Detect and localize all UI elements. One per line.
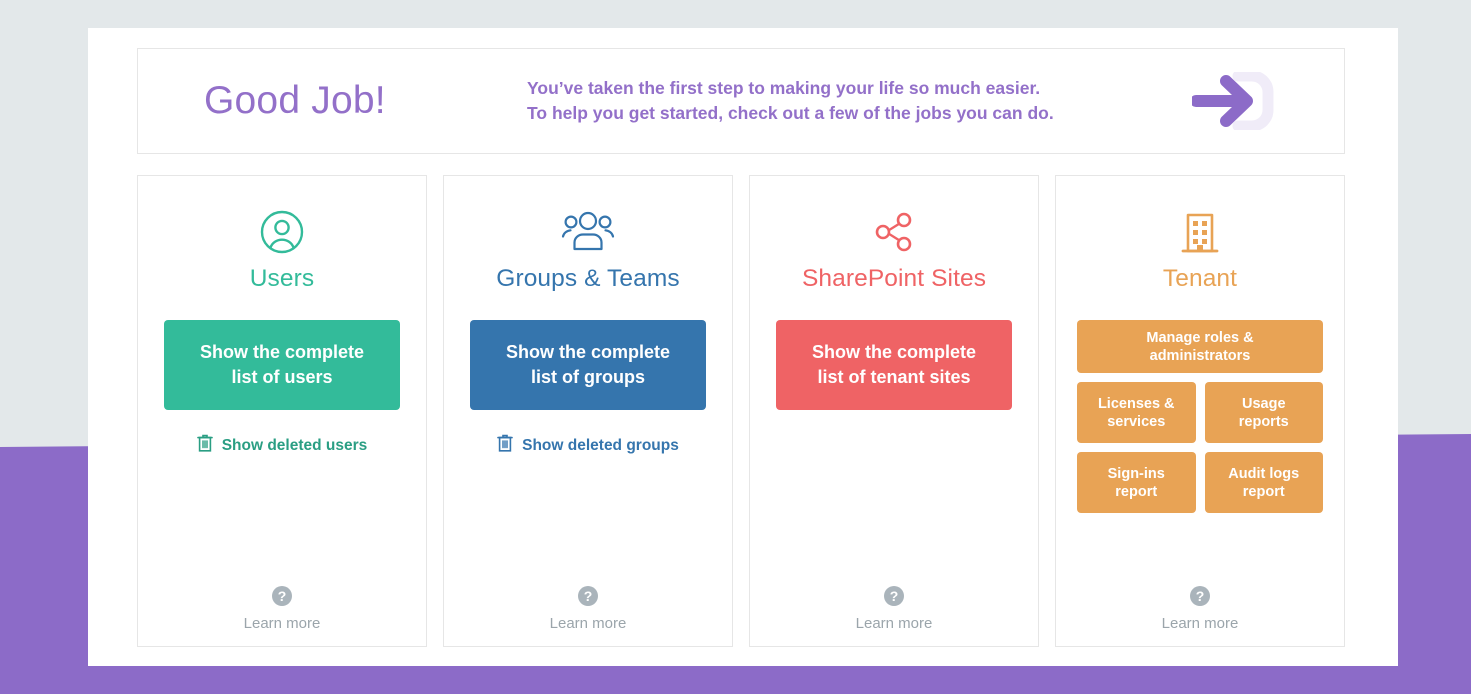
tenant-actions-grid: Manage roles & administrators Licenses &…: [1077, 320, 1323, 513]
audit-logs-report-label-line-2: report: [1242, 483, 1285, 500]
question-mark-icon: ?: [577, 585, 599, 612]
card-sharepoint: SharePoint Sites Show the complete list …: [749, 175, 1039, 647]
svg-text:?: ?: [890, 588, 899, 604]
learn-more-tenant[interactable]: ? Learn more: [1056, 585, 1344, 632]
card-tenant: Tenant Manage roles & administrators Lic…: [1055, 175, 1345, 647]
show-all-tenant-sites-label-line-2: list of tenant sites: [817, 367, 971, 387]
usage-reports-label-line-1: Usage: [1241, 395, 1286, 412]
show-all-tenant-sites-button[interactable]: Show the complete list of tenant sites: [776, 320, 1012, 410]
usage-reports-button[interactable]: Usage reports: [1204, 382, 1323, 443]
banner-subtitle-line-1: You’ve taken the first step to making yo…: [527, 78, 1041, 98]
licenses-services-label-line-1: Licenses &: [1097, 395, 1175, 412]
svg-text:?: ?: [584, 588, 593, 604]
learn-more-groups-label: Learn more: [549, 615, 627, 632]
licenses-services-button[interactable]: Licenses & services: [1077, 382, 1196, 443]
learn-more-users-label: Learn more: [243, 615, 321, 632]
tenant-actions-row-2: Sign-ins report Audit logs report: [1077, 452, 1323, 513]
user-circle-icon: [259, 207, 305, 257]
trash-icon: [196, 434, 213, 458]
show-all-users-label-line-1: Show the complete: [199, 342, 365, 362]
usage-reports-label-line-2: reports: [1238, 413, 1289, 430]
question-mark-icon: ?: [1189, 585, 1211, 612]
banner-subtitle-line-2: To help you get started, check out a few…: [527, 103, 1054, 123]
sign-ins-report-label-line-2: report: [1115, 483, 1158, 500]
card-users: Users Show the complete list of users Sh…: [137, 175, 427, 647]
question-mark-icon: ?: [883, 585, 905, 612]
card-title-groups: Groups & Teams: [496, 265, 680, 292]
manage-roles-label-line-1: Manage roles &: [1146, 329, 1254, 346]
tenant-actions-row-1: Licenses & services Usage reports: [1077, 382, 1323, 443]
trash-icon: [497, 434, 513, 458]
svg-text:?: ?: [278, 588, 287, 604]
learn-more-sharepoint-label: Learn more: [855, 615, 933, 632]
building-icon: [1180, 207, 1220, 257]
card-actions-sharepoint: Show the complete list of tenant sites: [776, 320, 1012, 410]
card-actions-groups: Show the complete list of groups Show de…: [470, 320, 706, 458]
card-actions-users: Show the complete list of users Show del…: [164, 320, 400, 458]
show-all-tenant-sites-label-line-1: Show the complete: [811, 342, 977, 362]
card-title-users: Users: [249, 265, 315, 292]
manage-roles-administrators-button[interactable]: Manage roles & administrators: [1077, 320, 1323, 373]
audit-logs-report-button[interactable]: Audit logs report: [1204, 452, 1323, 513]
licenses-services-label-line-2: services: [1107, 413, 1166, 430]
card-groups: Groups & Teams Show the complete list of…: [443, 175, 733, 647]
show-deleted-users-link[interactable]: Show deleted users: [196, 434, 368, 458]
learn-more-tenant-label: Learn more: [1161, 615, 1239, 632]
banner-subtitle: You’ve taken the first step to making yo…: [527, 76, 1054, 126]
show-all-users-button[interactable]: Show the complete list of users: [164, 320, 400, 410]
learn-more-users[interactable]: ? Learn more: [138, 585, 426, 632]
sign-ins-report-label-line-1: Sign-ins: [1107, 465, 1165, 482]
share-nodes-icon: [872, 207, 916, 257]
welcome-banner: Good Job! You’ve taken the first step to…: [137, 48, 1345, 154]
question-mark-icon: ?: [271, 585, 293, 612]
show-deleted-groups-label: Show deleted groups: [522, 437, 679, 454]
content-panel: Good Job! You’ve taken the first step to…: [88, 28, 1398, 666]
show-all-groups-label-line-1: Show the complete: [505, 342, 671, 362]
learn-more-sharepoint[interactable]: ? Learn more: [750, 585, 1038, 632]
people-group-icon: [561, 207, 615, 257]
banner-title: Good Job!: [204, 79, 386, 122]
show-all-groups-label-line-2: list of groups: [531, 367, 645, 387]
manage-roles-label-line-2: administrators: [1149, 347, 1251, 364]
arrow-enter-icon: [1190, 70, 1282, 132]
show-deleted-users-label: Show deleted users: [221, 437, 368, 454]
learn-more-groups[interactable]: ? Learn more: [444, 585, 732, 632]
sign-ins-report-button[interactable]: Sign-ins report: [1077, 452, 1196, 513]
card-title-sharepoint: SharePoint Sites: [801, 265, 987, 292]
card-title-tenant: Tenant: [1162, 265, 1238, 292]
cards-row: Users Show the complete list of users Sh…: [137, 175, 1345, 647]
show-all-groups-button[interactable]: Show the complete list of groups: [470, 320, 706, 410]
show-all-users-label-line-2: list of users: [231, 367, 333, 387]
svg-text:?: ?: [1196, 588, 1205, 604]
audit-logs-report-label-line-1: Audit logs: [1228, 465, 1300, 482]
show-deleted-groups-link[interactable]: Show deleted groups: [497, 434, 679, 458]
